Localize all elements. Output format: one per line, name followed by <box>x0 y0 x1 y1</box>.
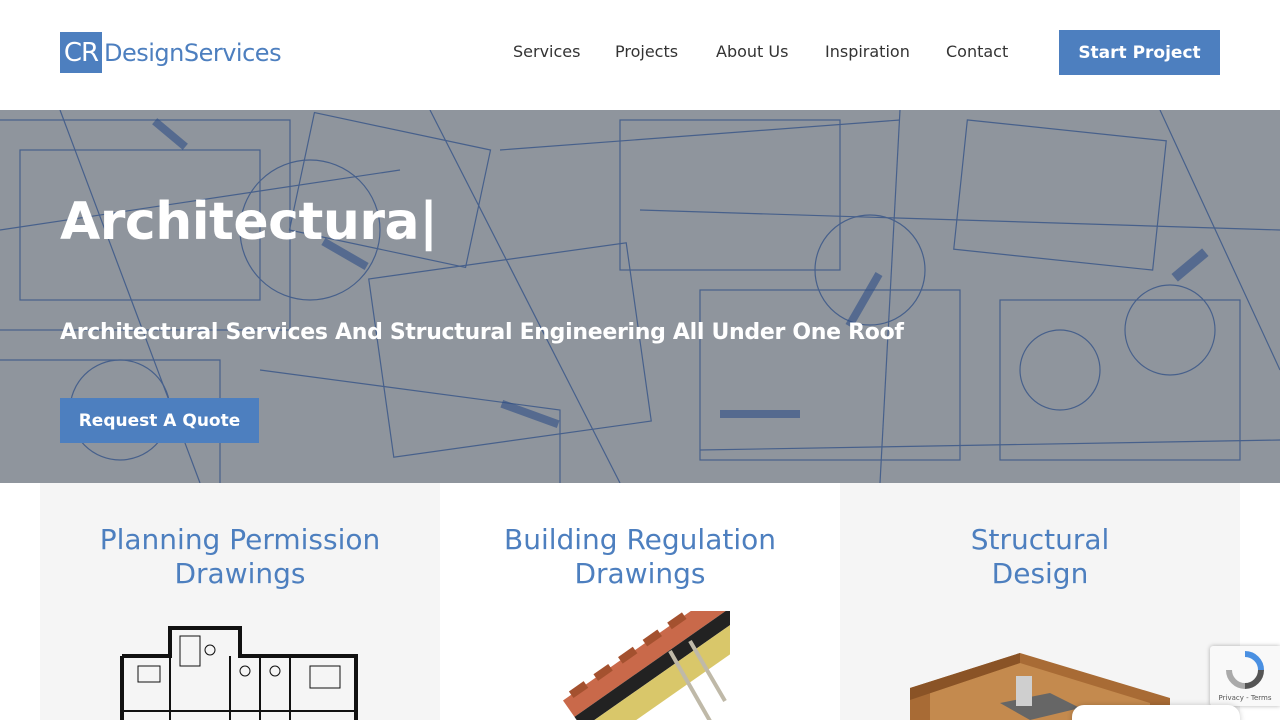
floor-plan-image <box>120 626 358 720</box>
nav-projects[interactable]: Projects <box>615 42 678 61</box>
card-title-line2: Drawings <box>174 557 306 590</box>
card-structural-design[interactable]: Structural Design <box>840 483 1240 720</box>
card-title: Structural Design <box>840 523 1240 591</box>
hero-subtitle: Architectural Services And Structural En… <box>60 320 904 345</box>
request-quote-button[interactable]: Request A Quote <box>60 398 259 443</box>
nav-inspiration[interactable]: Inspiration <box>825 42 910 61</box>
hero-title: Architectura| <box>60 192 438 252</box>
card-title-line1: Structural <box>970 523 1110 556</box>
hero-section: Architectura| Architectural Services And… <box>0 110 1280 483</box>
nav-services[interactable]: Services <box>513 42 580 61</box>
chat-widget[interactable] <box>1072 705 1240 720</box>
nav-contact[interactable]: Contact <box>946 42 1008 61</box>
card-title-line2: Drawings <box>574 557 706 590</box>
recaptcha-footer[interactable]: Privacy - Terms <box>1210 694 1280 702</box>
recaptcha-icon <box>1226 651 1264 689</box>
nav-about-us[interactable]: About Us <box>716 42 788 61</box>
card-title-line1: Planning Permission <box>99 523 381 556</box>
card-building-regulation[interactable]: Building Regulation Drawings <box>440 483 840 720</box>
recaptcha-badge[interactable]: Privacy - Terms <box>1210 646 1280 706</box>
site-header: CR DesignServices Services Projects Abou… <box>0 0 1280 110</box>
card-title: Building Regulation Drawings <box>440 523 840 591</box>
services-cards: Planning Permission Drawings Building Re… <box>40 483 1240 720</box>
card-planning-permission[interactable]: Planning Permission Drawings <box>40 483 440 720</box>
roof-section-image <box>562 611 730 720</box>
card-title: Planning Permission Drawings <box>40 523 440 591</box>
card-title-line1: Building Regulation <box>503 523 776 556</box>
start-project-button[interactable]: Start Project <box>1059 30 1220 75</box>
card-title-line2: Design <box>991 557 1089 590</box>
